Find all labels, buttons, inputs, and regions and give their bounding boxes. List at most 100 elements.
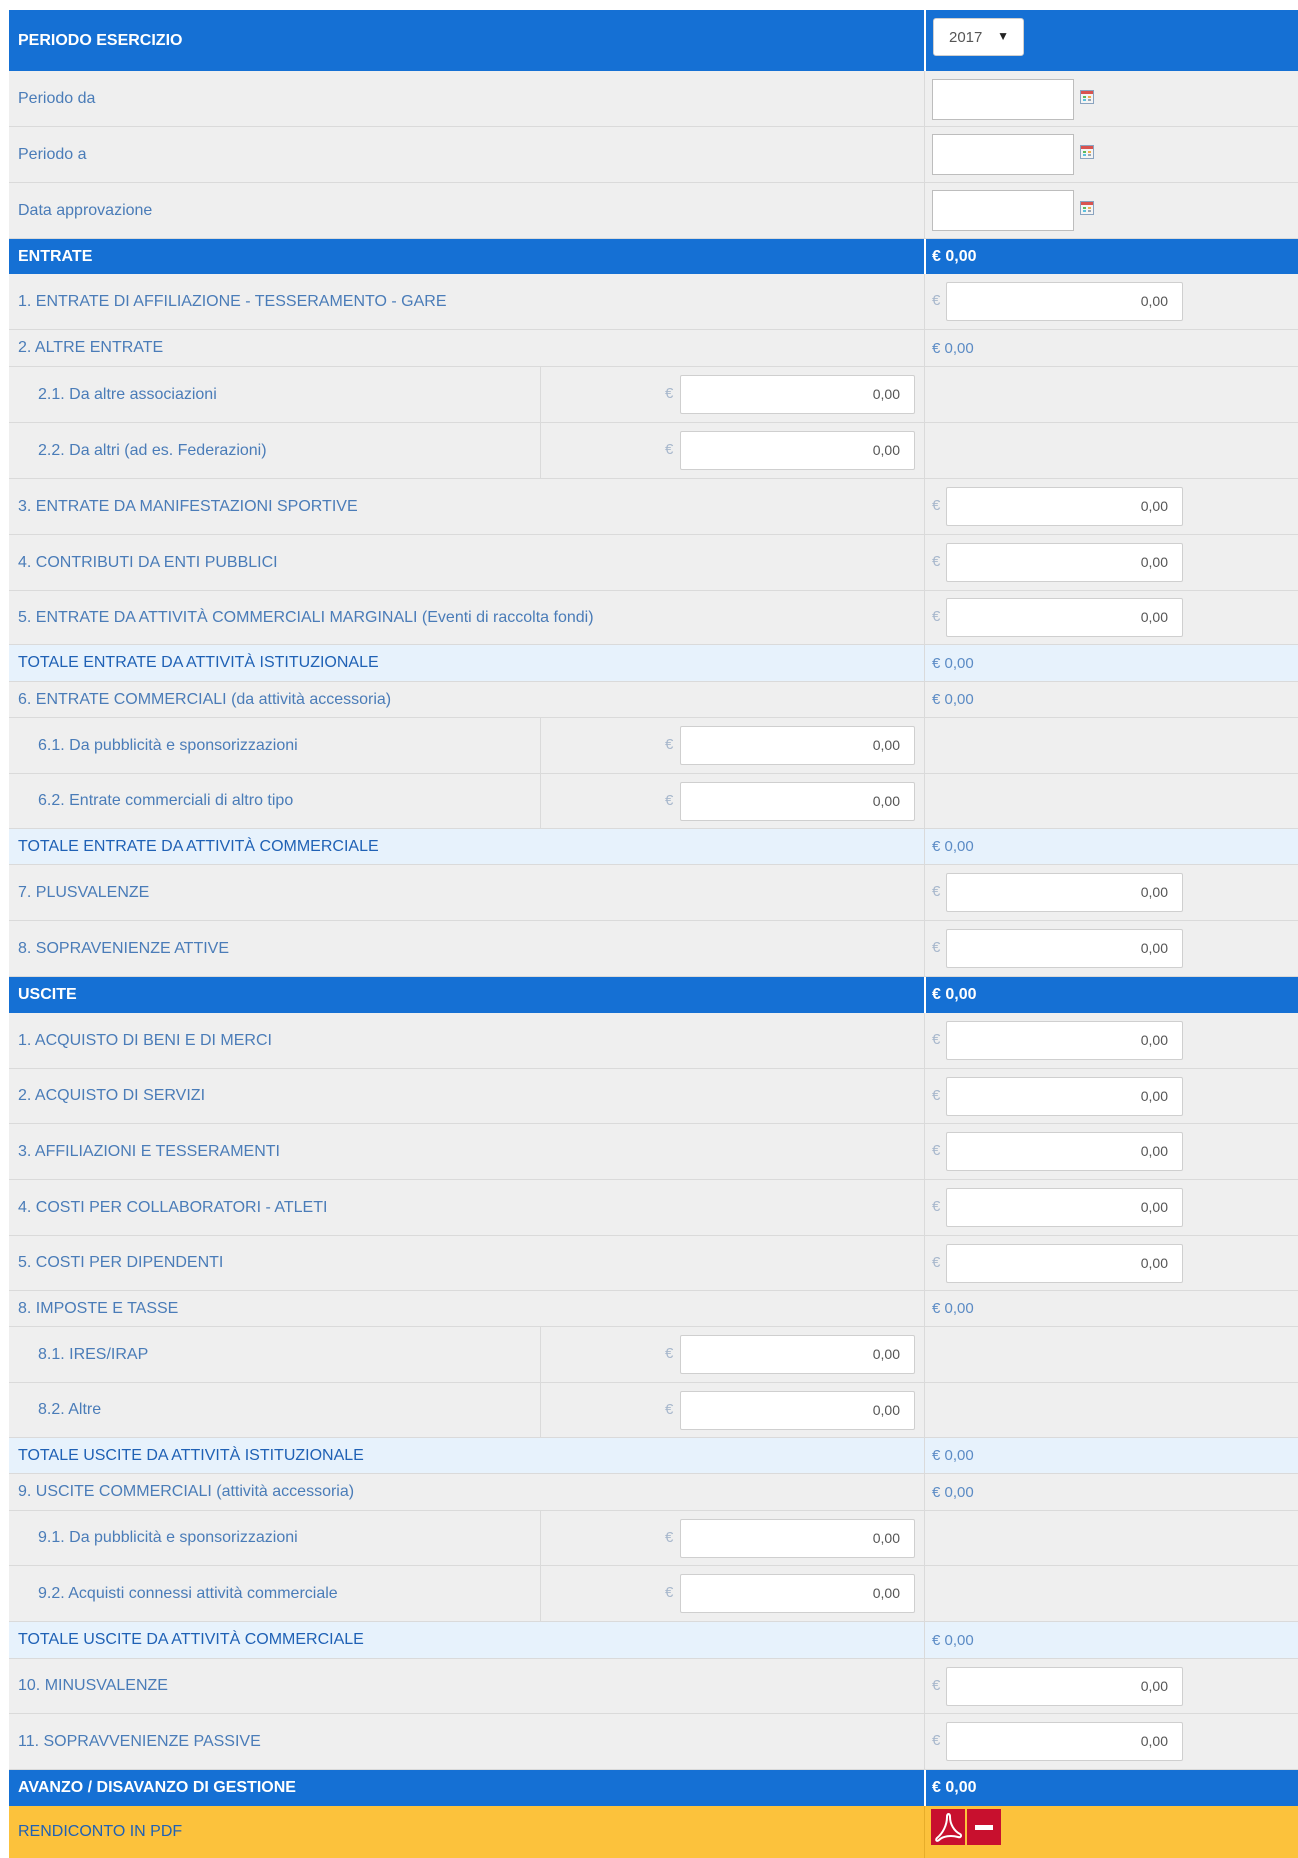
uscite-row-4: 4. COSTI PER COLLABORATORI - ATLETI € 0,… [9,1180,1298,1236]
amount-input[interactable]: 0,00 [946,1021,1183,1060]
amount-input[interactable]: 0,00 [946,1722,1183,1761]
row-label: 3. ENTRATE DA MANIFESTAZIONI SPORTIVE [18,497,358,515]
pdf-download-icon[interactable] [931,1809,965,1845]
field-label: Data approvazione [18,201,153,219]
amount-input[interactable]: 0,00 [946,1132,1183,1171]
currency-symbol: € [932,1087,941,1104]
section-total: € 0,00 [932,986,977,1003]
calendar-icon[interactable] [1080,201,1094,215]
row-label: 11. SOPRAVVENIENZE PASSIVE [18,1732,261,1750]
currency-symbol: € [932,1142,941,1159]
dropdown-arrow-icon: ▼ [997,29,1009,43]
amount-input[interactable]: 0,00 [946,543,1183,582]
field-label: Periodo a [18,145,87,163]
row-label: 9.2. Acquisti connessi attività commerci… [38,1584,338,1602]
currency-symbol: € [932,608,941,625]
periodo-da-input[interactable] [932,79,1074,120]
section-header-entrate: ENTRATE € 0,00 [9,239,1298,274]
row-label: 3. AFFILIAZIONI E TESSERAMENTI [18,1142,280,1160]
amount-input[interactable]: 0,00 [946,1077,1183,1116]
total-label: TOTALE USCITE DA ATTIVITÀ COMMERCIALE [18,1631,364,1648]
currency-symbol: € [932,1732,941,1749]
total-label: TOTALE ENTRATE DA ATTIVITÀ ISTITUZIONALE [18,654,379,671]
row-label: 1. ENTRATE DI AFFILIAZIONE - TESSERAMENT… [18,292,447,310]
amount-input[interactable]: 0,00 [680,1519,915,1558]
amount-input[interactable]: 0,00 [946,598,1183,637]
row-label: 8.1. IRES/IRAP [38,1345,149,1363]
remove-icon[interactable] [967,1809,1001,1845]
currency-symbol: € [665,1345,674,1362]
currency-symbol: € [665,441,674,458]
amount-input[interactable]: 0,00 [946,1244,1183,1283]
amount-input[interactable]: 0,00 [946,282,1183,321]
currency-symbol: € [665,1584,674,1601]
amount-input[interactable]: 0,00 [680,782,915,821]
currency-symbol: € [932,1198,941,1215]
entrate-row-2-1: 2.1. Da altre associazioni € 0,00 [9,367,1298,423]
section-title: ENTRATE [18,247,93,265]
amount-input[interactable]: 0,00 [680,1391,915,1430]
row-label: 5. COSTI PER DIPENDENTI [18,1254,224,1271]
row-label: 6.2. Entrate commerciali di altro tipo [38,792,294,809]
uscite-row-8: 8. IMPOSTE E TASSE € 0,00 [9,1291,1298,1327]
section-header-avanzo: AVANZO / DISAVANZO DI GESTIONE € 0,00 [9,1770,1298,1806]
currency-symbol: € [932,883,941,900]
total-value: € 0,00 [932,838,974,855]
amount-input[interactable]: 0,00 [680,431,915,470]
entrate-row-8: 8. SOPRAVENIENZE ATTIVE € 0,00 [9,921,1298,977]
uscite-row-10: 10. MINUSVALENZE € 0,00 [9,1659,1298,1714]
field-row-periodo-a: Periodo a [9,127,1298,183]
total-value: € 0,00 [932,1447,974,1464]
total-value: € 0,00 [932,654,974,672]
year-select[interactable]: 2017 ▼ [933,18,1024,56]
amount-input[interactable]: 0,00 [946,1188,1183,1227]
amount-input[interactable]: 0,00 [946,873,1183,912]
entrate-totale-commerciale: TOTALE ENTRATE DA ATTIVITÀ COMMERCIALE €… [9,829,1298,865]
amount-input[interactable]: 0,00 [680,726,915,765]
amount-input[interactable]: 0,00 [680,1574,915,1613]
row-label: 2. ALTRE ENTRATE [18,339,164,356]
row-label: 10. MINUSVALENZE [18,1677,168,1694]
currency-symbol: € [665,1401,674,1418]
row-total: € 0,00 [932,1483,974,1501]
entrate-totale-istituzionale: TOTALE ENTRATE DA ATTIVITÀ ISTITUZIONALE… [9,645,1298,682]
year-value: 2017 [949,28,983,46]
uscite-totale-commerciale: TOTALE USCITE DA ATTIVITÀ COMMERCIALE € … [9,1622,1298,1659]
uscite-row-11: 11. SOPRAVVENIENZE PASSIVE € 0,00 [9,1714,1298,1770]
row-label: 2.2. Da altri (ad es. Federazioni) [38,441,267,459]
section-total: € 0,00 [932,1779,977,1796]
data-approvazione-input[interactable] [932,190,1074,231]
amount-input[interactable]: 0,00 [946,487,1183,526]
calendar-icon[interactable] [1080,145,1094,159]
row-label: 5. ENTRATE DA ATTIVITÀ COMMERCIALI MARGI… [18,608,594,626]
row-label: 2. ACQUISTO DI SERVIZI [18,1087,206,1104]
currency-symbol: € [932,292,941,309]
amount-input[interactable]: 0,00 [946,929,1183,968]
field-row-periodo-da: Periodo da [9,71,1298,127]
uscite-row-2: 2. ACQUISTO DI SERVIZI € 0,00 [9,1069,1298,1124]
entrate-row-2: 2. ALTRE ENTRATE € 0,00 [9,330,1298,367]
section-title: AVANZO / DISAVANZO DI GESTIONE [18,1779,296,1796]
uscite-row-3: 3. AFFILIAZIONI E TESSERAMENTI € 0,00 [9,1124,1298,1180]
row-label: 1. ACQUISTO DI BENI E DI MERCI [18,1031,272,1049]
amount-input[interactable]: 0,00 [680,375,915,414]
row-label: 4. CONTRIBUTI DA ENTI PUBBLICI [18,553,278,571]
row-label: 8. IMPOSTE E TASSE [18,1299,179,1317]
uscite-row-9: 9. USCITE COMMERCIALI (attività accessor… [9,1474,1298,1511]
currency-symbol: € [665,385,674,402]
currency-symbol: € [932,497,941,514]
entrate-row-6-1: 6.1. Da pubblicità e sponsorizzazioni € … [9,718,1298,774]
entrate-row-7: 7. PLUSVALENZE € 0,00 [9,865,1298,921]
entrate-row-6: 6. ENTRATE COMMERCIALI (da attività acce… [9,682,1298,718]
section-header-periodo: PERIODO ESERCIZIO 2017 ▼ [9,10,1298,71]
row-label: 4. COSTI PER COLLABORATORI - ATLETI [18,1198,328,1216]
entrate-row-1: 1. ENTRATE DI AFFILIAZIONE - TESSERAMENT… [9,274,1298,330]
calendar-icon[interactable] [1080,90,1094,104]
row-label: 2.1. Da altre associazioni [38,385,217,403]
total-label: TOTALE ENTRATE DA ATTIVITÀ COMMERCIALE [18,837,379,855]
amount-input[interactable]: 0,00 [946,1667,1183,1706]
row-label: 6.1. Da pubblicità e sponsorizzazioni [38,736,298,754]
amount-input[interactable]: 0,00 [680,1335,915,1374]
total-value: € 0,00 [932,1631,974,1649]
periodo-a-input[interactable] [932,134,1074,175]
